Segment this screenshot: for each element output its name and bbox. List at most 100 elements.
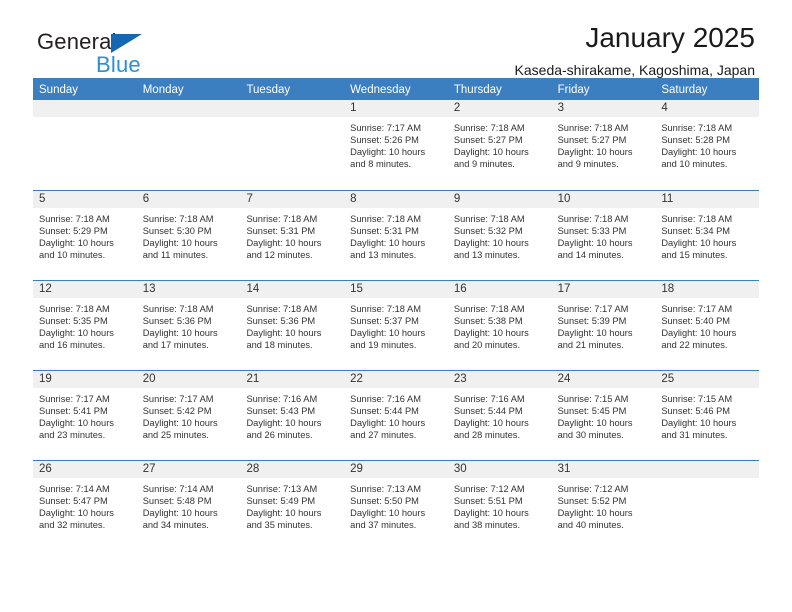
- day-cell[interactable]: [33, 100, 137, 190]
- day-cell[interactable]: 14 Sunrise: 7:18 AM Sunset: 5:36 PM Dayl…: [240, 281, 345, 370]
- day-cell[interactable]: [240, 100, 345, 190]
- daylight-text-line1: Daylight: 10 hours: [661, 147, 737, 158]
- weekday-header-monday: Monday: [142, 84, 184, 96]
- general-blue-logo[interactable]: General Blue: [37, 29, 217, 79]
- day-details: Sunrise: 7:18 AM Sunset: 5:28 PM Dayligh…: [655, 117, 759, 170]
- day-number: 6: [136, 191, 241, 208]
- day-cell[interactable]: 21 Sunrise: 7:16 AM Sunset: 5:43 PM Dayl…: [240, 371, 345, 460]
- day-number: 8: [344, 191, 448, 208]
- daylight-text-line2: and 23 minutes.: [39, 430, 106, 441]
- week-row: 19 Sunrise: 7:17 AM Sunset: 5:41 PM Dayl…: [33, 370, 760, 460]
- day-cell[interactable]: 12 Sunrise: 7:18 AM Sunset: 5:35 PM Dayl…: [33, 281, 137, 370]
- logo-text-blue: Blue: [96, 52, 141, 77]
- sunrise-text: Sunrise: 7:16 AM: [350, 394, 421, 404]
- day-details: Sunrise: 7:13 AM Sunset: 5:50 PM Dayligh…: [344, 478, 448, 531]
- weekday-header-tuesday: Tuesday: [246, 84, 291, 96]
- day-cell[interactable]: 3 Sunrise: 7:18 AM Sunset: 5:27 PM Dayli…: [551, 100, 656, 190]
- day-cell[interactable]: 2 Sunrise: 7:18 AM Sunset: 5:27 PM Dayli…: [447, 100, 552, 190]
- daylight-text-line2: and 12 minutes.: [246, 250, 313, 261]
- day-cell[interactable]: 13 Sunrise: 7:18 AM Sunset: 5:36 PM Dayl…: [136, 281, 241, 370]
- day-number: 15: [344, 281, 448, 298]
- daylight-text-line2: and 25 minutes.: [142, 430, 209, 441]
- day-number: 22: [344, 371, 448, 388]
- day-number: 27: [136, 461, 241, 478]
- day-number: 11: [655, 191, 760, 208]
- sunrise-text: Sunrise: 7:18 AM: [142, 304, 214, 314]
- day-number: 16: [447, 281, 552, 298]
- daylight-text-line1: Daylight: 10 hours: [350, 238, 426, 249]
- day-cell[interactable]: 1 Sunrise: 7:17 AM Sunset: 5:26 PM Dayli…: [344, 100, 448, 190]
- day-details: Sunrise: 7:15 AM Sunset: 5:46 PM Dayligh…: [655, 388, 759, 441]
- day-cell[interactable]: 31 Sunrise: 7:12 AM Sunset: 5:52 PM Dayl…: [551, 461, 656, 550]
- daylight-text-line2: and 34 minutes.: [142, 520, 209, 531]
- daylight-text-line2: and 14 minutes.: [557, 250, 624, 261]
- day-cell[interactable]: 17 Sunrise: 7:17 AM Sunset: 5:39 PM Dayl…: [551, 281, 656, 370]
- day-number: 2: [447, 100, 552, 117]
- calendar-page: General Blue January 2025 Kaseda-shiraka…: [0, 0, 792, 612]
- day-cell[interactable]: 22 Sunrise: 7:16 AM Sunset: 5:44 PM Dayl…: [344, 371, 448, 460]
- day-cell[interactable]: 29 Sunrise: 7:13 AM Sunset: 5:50 PM Dayl…: [344, 461, 448, 550]
- sunset-text: Sunset: 5:33 PM: [557, 226, 627, 237]
- daylight-text-line1: Daylight: 10 hours: [246, 328, 322, 339]
- daylight-text-line1: Daylight: 10 hours: [39, 508, 114, 519]
- day-cell[interactable]: [655, 461, 760, 550]
- day-details: Sunrise: 7:18 AM Sunset: 5:35 PM Dayligh…: [33, 298, 137, 351]
- day-cell[interactable]: 10 Sunrise: 7:18 AM Sunset: 5:33 PM Dayl…: [551, 191, 656, 280]
- day-cell[interactable]: 24 Sunrise: 7:15 AM Sunset: 5:45 PM Dayl…: [551, 371, 656, 460]
- daylight-text-line2: and 16 minutes.: [39, 340, 106, 351]
- sunset-text: Sunset: 5:32 PM: [453, 226, 523, 237]
- day-number: 28: [240, 461, 345, 478]
- day-number: 4: [655, 100, 760, 117]
- day-cell[interactable]: 15 Sunrise: 7:18 AM Sunset: 5:37 PM Dayl…: [344, 281, 448, 370]
- day-details: Sunrise: 7:18 AM Sunset: 5:36 PM Dayligh…: [137, 298, 241, 351]
- day-number: 7: [240, 191, 345, 208]
- day-details: Sunrise: 7:14 AM Sunset: 5:47 PM Dayligh…: [33, 478, 137, 531]
- day-cell[interactable]: 27 Sunrise: 7:14 AM Sunset: 5:48 PM Dayl…: [136, 461, 241, 550]
- sunset-text: Sunset: 5:31 PM: [350, 226, 419, 237]
- day-details: Sunrise: 7:17 AM Sunset: 5:40 PM Dayligh…: [655, 298, 759, 351]
- daylight-text-line1: Daylight: 10 hours: [557, 328, 633, 339]
- weekday-header-saturday: Saturday: [661, 84, 708, 96]
- page-header: General Blue January 2025 Kaseda-shiraka…: [33, 0, 759, 78]
- day-cell[interactable]: [136, 100, 241, 190]
- sunset-text: Sunset: 5:29 PM: [39, 226, 108, 237]
- day-cell[interactable]: 9 Sunrise: 7:18 AM Sunset: 5:32 PM Dayli…: [447, 191, 552, 280]
- daylight-text-line1: Daylight: 10 hours: [39, 328, 114, 339]
- daylight-text-line2: and 10 minutes.: [661, 159, 728, 170]
- logo-triangle-icon: [111, 34, 142, 53]
- daylight-text-line2: and 22 minutes.: [661, 340, 728, 351]
- sunrise-text: Sunrise: 7:18 AM: [453, 214, 525, 224]
- sunset-text: Sunset: 5:46 PM: [661, 406, 731, 417]
- day-cell[interactable]: 11 Sunrise: 7:18 AM Sunset: 5:34 PM Dayl…: [655, 191, 760, 280]
- day-cell[interactable]: 25 Sunrise: 7:15 AM Sunset: 5:46 PM Dayl…: [655, 371, 760, 460]
- day-number: 29: [344, 461, 448, 478]
- day-cell[interactable]: 16 Sunrise: 7:18 AM Sunset: 5:38 PM Dayl…: [447, 281, 552, 370]
- sunset-text: Sunset: 5:51 PM: [453, 496, 523, 507]
- day-cell[interactable]: 7 Sunrise: 7:18 AM Sunset: 5:31 PM Dayli…: [240, 191, 345, 280]
- day-cell[interactable]: 20 Sunrise: 7:17 AM Sunset: 5:42 PM Dayl…: [136, 371, 241, 460]
- day-details: Sunrise: 7:15 AM Sunset: 5:45 PM Dayligh…: [552, 388, 656, 441]
- daylight-text-line1: Daylight: 10 hours: [142, 418, 218, 429]
- day-details: Sunrise: 7:18 AM Sunset: 5:37 PM Dayligh…: [344, 298, 448, 351]
- daylight-text-line2: and 28 minutes.: [453, 430, 521, 441]
- day-cell[interactable]: 18 Sunrise: 7:17 AM Sunset: 5:40 PM Dayl…: [655, 281, 760, 370]
- day-cell[interactable]: 8 Sunrise: 7:18 AM Sunset: 5:31 PM Dayli…: [344, 191, 448, 280]
- day-cell[interactable]: 28 Sunrise: 7:13 AM Sunset: 5:49 PM Dayl…: [240, 461, 345, 550]
- sunrise-text: Sunrise: 7:17 AM: [350, 123, 421, 133]
- day-cell[interactable]: 19 Sunrise: 7:17 AM Sunset: 5:41 PM Dayl…: [33, 371, 137, 460]
- daylight-text-line1: Daylight: 10 hours: [453, 418, 529, 429]
- weekday-header-friday: Friday: [557, 84, 590, 96]
- daylight-text-line2: and 11 minutes.: [142, 250, 209, 261]
- sunrise-text: Sunrise: 7:17 AM: [142, 394, 214, 404]
- day-cell[interactable]: 30 Sunrise: 7:12 AM Sunset: 5:51 PM Dayl…: [447, 461, 552, 550]
- day-cell[interactable]: 6 Sunrise: 7:18 AM Sunset: 5:30 PM Dayli…: [136, 191, 241, 280]
- daylight-text-line1: Daylight: 10 hours: [557, 238, 633, 249]
- day-cell[interactable]: 4 Sunrise: 7:18 AM Sunset: 5:28 PM Dayli…: [655, 100, 760, 190]
- daylight-text-line1: Daylight: 10 hours: [453, 238, 529, 249]
- daylight-text-line1: Daylight: 10 hours: [557, 508, 633, 519]
- day-cell[interactable]: 23 Sunrise: 7:16 AM Sunset: 5:44 PM Dayl…: [447, 371, 552, 460]
- day-cell[interactable]: 5 Sunrise: 7:18 AM Sunset: 5:29 PM Dayli…: [33, 191, 137, 280]
- day-cell[interactable]: 26 Sunrise: 7:14 AM Sunset: 5:47 PM Dayl…: [33, 461, 137, 550]
- daylight-text-line1: Daylight: 10 hours: [661, 238, 737, 249]
- sunset-text: Sunset: 5:41 PM: [39, 406, 108, 417]
